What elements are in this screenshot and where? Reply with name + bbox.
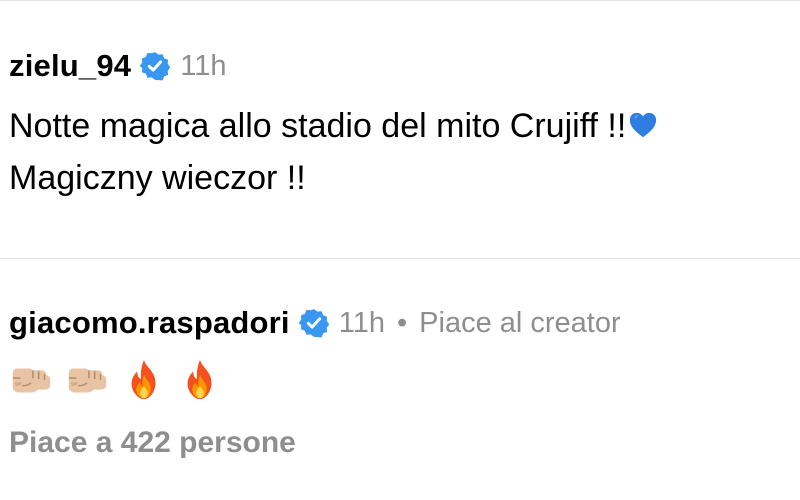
comment-text <box>9 356 233 404</box>
post-caption-line2: Magiczny wieczor !! <box>9 159 306 197</box>
comments-view: zielu_94 11h Notte magica allo stadio de… <box>0 0 800 500</box>
comment-header: giacomo.raspadori 11h • Piace al creator <box>9 302 621 344</box>
meta-separator: • <box>397 306 408 339</box>
post-username[interactable]: zielu_94 <box>9 48 131 84</box>
verified-badge-icon <box>140 51 171 81</box>
comment-time: 11h <box>338 306 385 339</box>
comment-username[interactable]: giacomo.raspadori <box>9 305 290 341</box>
post-caption: Notte magica allo stadio del mito Crujif… <box>9 100 658 204</box>
top-divider <box>0 0 800 1</box>
fist-icon <box>65 357 111 403</box>
blue-heart-icon <box>628 110 658 140</box>
post-caption-line1: Notte magica allo stadio del mito Crujif… <box>9 107 627 145</box>
fist-icon <box>9 357 55 403</box>
liked-by-creator-label: Piace al creator <box>419 306 621 339</box>
post-header: zielu_94 11h <box>9 45 226 87</box>
comment-divider <box>0 258 800 259</box>
post-time: 11h <box>180 49 227 82</box>
fire-icon <box>121 357 167 403</box>
fire-icon <box>177 357 223 403</box>
verified-badge-icon <box>298 308 329 338</box>
comment-likes-count[interactable]: Piace a 422 persone <box>9 426 296 460</box>
